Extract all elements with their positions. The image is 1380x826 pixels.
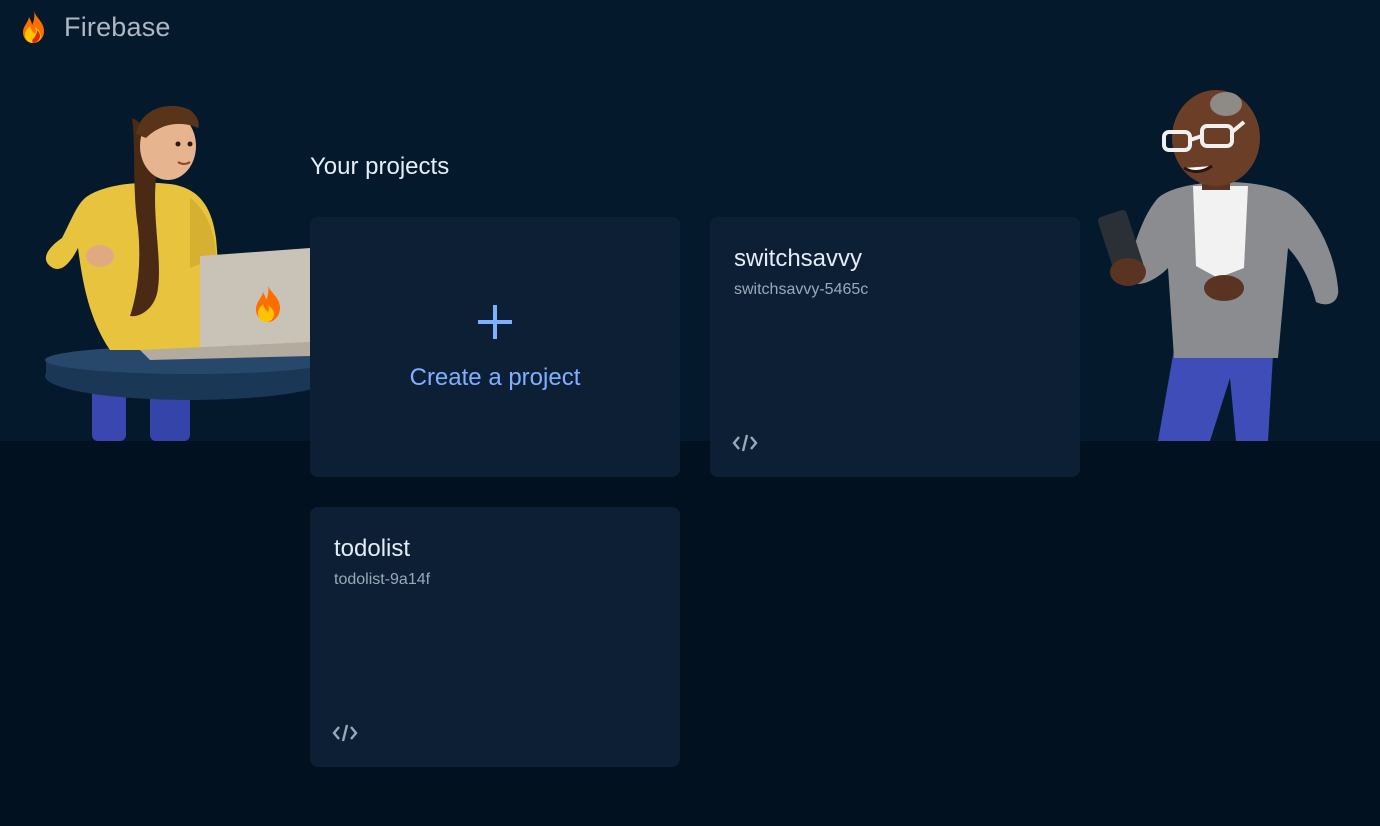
person-with-phone-illustration <box>1098 88 1343 441</box>
project-card-todolist[interactable]: todolist todolist-9a14f <box>310 507 680 767</box>
project-card-switchsavvy[interactable]: switchsavvy switchsavvy-5465c <box>710 217 1080 477</box>
app-name: Firebase <box>64 11 171 42</box>
project-id: switchsavvy-5465c <box>734 281 869 298</box>
code-icon <box>332 723 358 743</box>
create-project-label: Create a project <box>409 364 581 391</box>
brand[interactable]: Firebase <box>20 8 171 46</box>
create-project-card[interactable]: Create a project <box>310 217 680 477</box>
project-name: switchsavvy <box>734 245 863 272</box>
page-title: Your projects <box>310 153 450 180</box>
top-bar: Firebase <box>0 0 1380 56</box>
plus-icon <box>475 302 515 342</box>
person-with-laptop-illustration <box>40 98 310 441</box>
code-icon <box>732 433 758 453</box>
project-name: todolist <box>334 535 411 562</box>
firebase-flame-icon <box>20 10 48 44</box>
project-id: todolist-9a14f <box>334 571 431 588</box>
